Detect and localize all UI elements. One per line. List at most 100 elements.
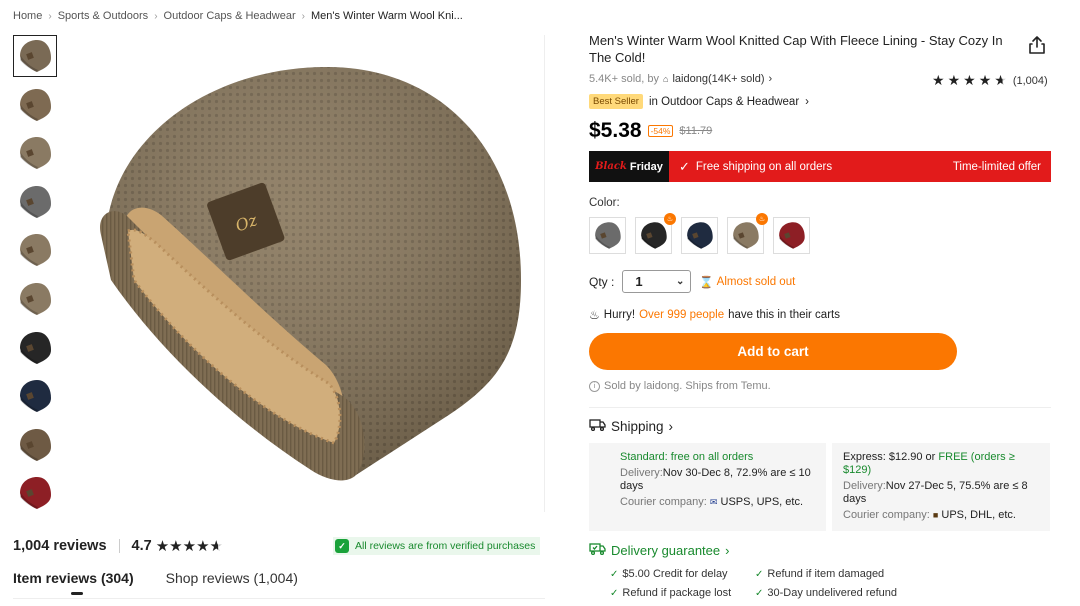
main-product-image[interactable]: Oz [66, 35, 545, 512]
hourglass-icon: ⌛ [699, 276, 714, 289]
average-rating: 4.7 [131, 538, 152, 554]
thumbnail-item[interactable] [13, 132, 57, 175]
free-shipping-text: Free shipping on all orders [695, 160, 833, 173]
current-price: $5.38 [589, 119, 642, 142]
delivery-guarantee-header[interactable]: Delivery guarantee › [589, 542, 729, 558]
fire-icon: ♨ [589, 308, 600, 322]
thumbnail-item[interactable] [13, 423, 57, 466]
guarantee-item: ✓ Refund if item damaged [755, 568, 884, 580]
color-swatch-navy[interactable] [681, 217, 718, 254]
thumbnail-item[interactable] [13, 35, 57, 77]
courier-label: Courier company: [843, 509, 930, 521]
product-title: Men's Winter Warm Wool Knitted Cap With … [589, 33, 1003, 65]
delivery-label: Delivery: [843, 480, 886, 492]
hurry-notice: ♨ Hurry! Over 999 people have this in th… [589, 308, 840, 322]
thumbnail-item[interactable] [13, 83, 57, 126]
qty-value: 1 [635, 274, 643, 289]
reviews-summary: 1,004 reviews 4.7 ★ ★ ★ ★ ★ [13, 537, 223, 555]
thumbnail-item[interactable] [13, 375, 57, 418]
chevron-right-icon: › [725, 542, 730, 558]
add-to-cart-button[interactable]: Add to cart [589, 333, 957, 370]
breadcrumb: Home › Sports & Outdoors › Outdoor Caps … [13, 10, 463, 22]
guarantee-text: Refund if package lost [622, 587, 732, 599]
store-link[interactable]: laidong(14K+ sold) [672, 73, 764, 85]
star-icon: ★ [169, 538, 183, 555]
hot-icon: ♨ [756, 213, 768, 225]
star-half-icon: ★ [209, 538, 223, 555]
color-swatch-khaki[interactable]: ♨ [727, 213, 768, 254]
quantity-row: Qty : 1 ⌄ ⌛ Almost sold out [589, 270, 795, 293]
color-swatch-wine[interactable] [773, 217, 810, 254]
share-icon[interactable] [1027, 35, 1047, 55]
chevron-right-icon: › [768, 73, 773, 85]
guarantee-item: ✓ 30-Day undelivered refund [755, 587, 897, 599]
divider [589, 407, 1051, 408]
category-link[interactable]: in Outdoor Caps & Headwear [649, 96, 799, 108]
product-rating[interactable]: ★ ★ ★ ★ ★ (1,004) [932, 72, 1048, 89]
star-half-icon: ★ [994, 72, 1007, 88]
express-shipping-box: Express: $12.90 or FREE (orders ≥ $129) … [832, 443, 1050, 531]
guarantee-text: $5.00 Credit for delay [622, 568, 728, 580]
thumbnail-item[interactable] [13, 326, 57, 369]
check-icon: ✓ [610, 587, 619, 599]
color-swatch-black[interactable]: ♨ [635, 213, 676, 254]
sold-by-text: Sold by laidong. Ships from Temu. [604, 380, 771, 392]
black-friday-banner: Black Friday ✓ Free shipping on all orde… [589, 151, 1051, 182]
star-icon: ★ [978, 72, 992, 88]
black-friday-logo-b: Friday [629, 160, 663, 173]
thumbnail-item[interactable] [13, 229, 57, 272]
divider [13, 598, 545, 599]
quantity-select[interactable]: 1 ⌄ [622, 270, 692, 293]
price-row: $5.38 -54% $11.79 [589, 119, 712, 143]
tab-shop-reviews[interactable]: Shop reviews (1,004) [166, 570, 298, 586]
original-price: $11.79 [679, 125, 713, 137]
guarantee-text: 30-Day undelivered refund [767, 587, 898, 599]
thumbnail-item[interactable] [13, 472, 57, 515]
courier-label: Courier company: [620, 496, 707, 508]
star-icon: ★ [155, 538, 170, 555]
almost-sold-text: Almost sold out [716, 275, 796, 288]
star-icon: ★ [963, 72, 976, 88]
review-tabs: Item reviews (304) Shop reviews (1,004) [13, 570, 298, 595]
thumbnail-item[interactable] [13, 277, 57, 320]
guarantee-text: Refund if item damaged [767, 568, 885, 580]
star-icon: ★ [932, 72, 945, 88]
color-label: Color: [589, 197, 620, 209]
chevron-down-icon: ⌄ [675, 276, 685, 287]
shipping-header[interactable]: Shipping › [589, 418, 673, 434]
color-swatches: ♨ ♨ [589, 213, 810, 254]
divider [118, 539, 120, 553]
check-icon: ✓ [679, 158, 690, 174]
guarantee-title: Delivery guarantee [611, 542, 721, 558]
thumbnail-item[interactable] [13, 180, 57, 223]
almost-sold-out: ⌛ Almost sold out [699, 275, 795, 289]
breadcrumb-home[interactable]: Home [13, 10, 42, 22]
verified-badge: ✓ All reviews are from verified purchase… [333, 537, 541, 555]
breadcrumb-current: Men's Winter Warm Wool Kni... [310, 10, 463, 22]
time-limited-text: Time-limited offer [952, 160, 1041, 173]
rating-count: (1,004) [1012, 74, 1048, 87]
color-swatch-gray[interactable] [589, 217, 626, 254]
black-friday-logo: Black Friday [589, 151, 669, 182]
discount-badge: -54% [647, 125, 674, 137]
breadcrumb-separator-icon: › [154, 10, 158, 22]
truck-icon [589, 418, 606, 434]
shield-check-icon: ✓ [335, 539, 349, 553]
breadcrumb-separator-icon: › [48, 10, 52, 22]
check-icon: ✓ [755, 587, 764, 599]
delivery-label: Delivery: [620, 467, 663, 479]
breadcrumb-separator-icon: › [301, 10, 305, 22]
truck-check-icon [589, 542, 606, 558]
thumbnail-strip [13, 35, 57, 521]
people-count: Over 999 people [639, 309, 725, 321]
hurry-rest: have this in their carts [728, 309, 840, 321]
best-seller-row: Best Seller in Outdoor Caps & Headwear › [589, 94, 809, 109]
sold-by-notice: i Sold by laidong. Ships from Temu. [589, 380, 771, 392]
star-icon: ★ [182, 538, 197, 555]
guarantee-item: ✓ $5.00 Credit for delay [610, 568, 728, 580]
express-couriers: UPS, DHL, etc. [941, 509, 1016, 521]
tab-item-reviews[interactable]: Item reviews (304) [13, 570, 134, 595]
breadcrumb-caps[interactable]: Outdoor Caps & Headwear [164, 10, 296, 22]
breadcrumb-sports[interactable]: Sports & Outdoors [58, 10, 149, 22]
hurry-text: Hurry! [603, 309, 636, 321]
